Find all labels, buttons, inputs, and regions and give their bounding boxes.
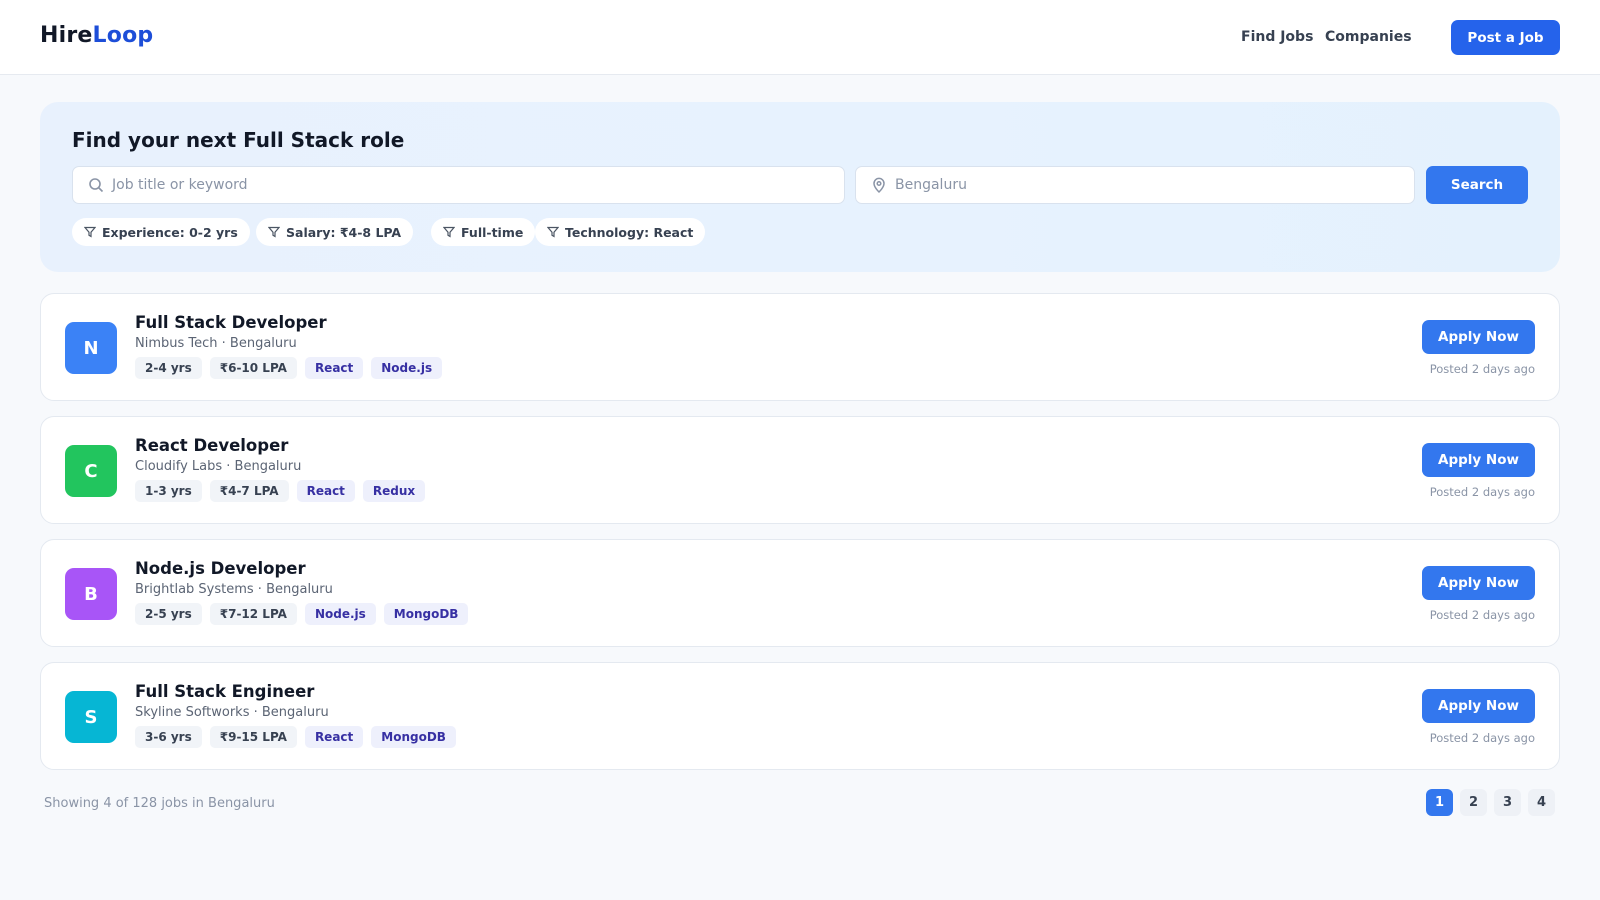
salary-tag: ₹7-12 LPA <box>209 603 297 625</box>
posted-date: Posted 2 days ago <box>1429 731 1535 745</box>
filter-chip-employment-type[interactable]: Full-time <box>431 218 536 246</box>
logo[interactable]: HireLoop <box>40 23 153 48</box>
page-button-4[interactable]: 4 <box>1528 789 1555 816</box>
skill-tag: Redux <box>362 480 426 502</box>
posted-date: Posted 2 days ago <box>1429 485 1535 499</box>
filter-chip-label: Full-time <box>461 224 524 240</box>
job-card[interactable]: N Full Stack Developer Nimbus Tech · Ben… <box>40 293 1560 401</box>
post-job-button[interactable]: Post a Job <box>1451 20 1560 55</box>
filter-icon <box>443 226 455 238</box>
location-input[interactable]: Bengaluru <box>855 166 1415 204</box>
nav-find-jobs[interactable]: Find Jobs <box>1241 29 1313 45</box>
job-company-location: Cloudify Labs · Bengaluru <box>135 459 302 474</box>
search-icon <box>89 178 104 193</box>
filter-icon <box>84 226 96 238</box>
job-card[interactable]: C React Developer Cloudify Labs · Bengal… <box>40 416 1560 524</box>
experience-tag: 2-5 yrs <box>135 603 202 625</box>
page-title: Find your next Full Stack role <box>72 128 405 152</box>
job-tags: 2-4 yrs ₹6-10 LPA React Node.js <box>135 357 443 379</box>
company-avatar: N <box>65 322 117 374</box>
top-navbar: HireLoop Find Jobs Companies Post a Job <box>0 0 1600 75</box>
skill-tag: MongoDB <box>383 603 469 625</box>
apply-now-button[interactable]: Apply Now <box>1422 443 1535 477</box>
filter-chip-label: Salary: ₹4-8 LPA <box>286 224 402 240</box>
job-tags: 3-6 yrs ₹9-15 LPA React MongoDB <box>135 726 456 748</box>
company-avatar: B <box>65 568 117 620</box>
page-button-1[interactable]: 1 <box>1426 789 1453 816</box>
apply-now-button[interactable]: Apply Now <box>1422 689 1535 723</box>
salary-tag: ₹6-10 LPA <box>209 357 297 379</box>
skill-tag: React <box>304 357 364 379</box>
search-button[interactable]: Search <box>1426 166 1528 204</box>
logo-part-loop: Loop <box>92 23 154 48</box>
filter-chip-label: Experience: 0-2 yrs <box>102 224 238 240</box>
job-title[interactable]: Full Stack Developer <box>135 313 327 332</box>
apply-now-button[interactable]: Apply Now <box>1422 320 1535 354</box>
experience-tag: 2-4 yrs <box>135 357 202 379</box>
skill-tag: MongoDB <box>371 726 456 748</box>
skill-tag: Node.js <box>304 603 376 625</box>
job-card[interactable]: S Full Stack Engineer Skyline Softworks … <box>40 662 1560 770</box>
search-panel: Find your next Full Stack role Job title… <box>40 102 1560 272</box>
posted-date: Posted 2 days ago <box>1429 608 1535 622</box>
job-title[interactable]: React Developer <box>135 436 288 455</box>
apply-now-button[interactable]: Apply Now <box>1422 566 1535 600</box>
experience-tag: 1-3 yrs <box>135 480 202 502</box>
posted-date: Posted 2 days ago <box>1429 362 1535 376</box>
company-avatar: C <box>65 445 117 497</box>
skill-tag: Node.js <box>371 357 443 379</box>
job-company-location: Nimbus Tech · Bengaluru <box>135 336 297 351</box>
results-summary: Showing 4 of 128 jobs in Bengaluru <box>44 796 275 811</box>
map-pin-icon <box>873 177 885 193</box>
salary-tag: ₹4-7 LPA <box>209 480 289 502</box>
filter-icon <box>268 226 280 238</box>
logo-part-hire: Hire <box>40 23 93 48</box>
skill-tag: React <box>296 480 355 502</box>
job-company-location: Skyline Softworks · Bengaluru <box>135 705 329 720</box>
page-button-3[interactable]: 3 <box>1494 789 1521 816</box>
location-placeholder: Bengaluru <box>895 177 967 193</box>
nav-companies[interactable]: Companies <box>1325 29 1412 45</box>
experience-tag: 3-6 yrs <box>135 726 202 748</box>
job-card[interactable]: B Node.js Developer Brightlab Systems · … <box>40 539 1560 647</box>
page-button-2[interactable]: 2 <box>1460 789 1487 816</box>
job-title[interactable]: Node.js Developer <box>135 559 306 578</box>
filter-chip-label: Technology: React <box>565 224 694 240</box>
job-tags: 1-3 yrs ₹4-7 LPA React Redux <box>135 480 426 502</box>
job-title[interactable]: Full Stack Engineer <box>135 682 314 701</box>
job-tags: 2-5 yrs ₹7-12 LPA Node.js MongoDB <box>135 603 469 625</box>
filter-icon <box>547 226 559 238</box>
job-company-location: Brightlab Systems · Bengaluru <box>135 582 333 597</box>
filter-chip-experience[interactable]: Experience: 0-2 yrs <box>72 218 250 246</box>
skill-tag: React <box>304 726 364 748</box>
keyword-search-input[interactable]: Job title or keyword <box>72 166 845 204</box>
filter-chip-salary[interactable]: Salary: ₹4-8 LPA <box>256 218 414 246</box>
keyword-placeholder: Job title or keyword <box>112 177 248 193</box>
salary-tag: ₹9-15 LPA <box>209 726 297 748</box>
filter-chip-technology[interactable]: Technology: React <box>535 218 706 246</box>
pagination: 1 2 3 4 <box>1426 789 1555 816</box>
company-avatar: S <box>65 691 117 743</box>
